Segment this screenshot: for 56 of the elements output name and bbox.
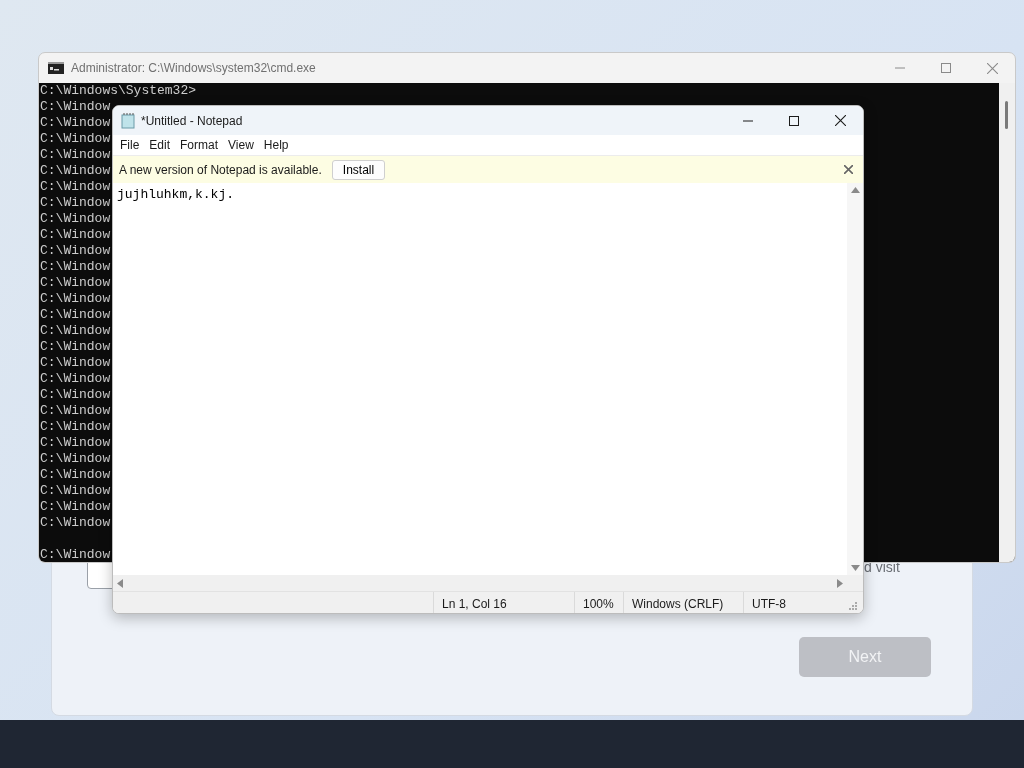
- console-line: C:\Window: [40, 291, 111, 307]
- console-line: C:\Window: [40, 419, 111, 435]
- console-line: C:\Window: [40, 499, 111, 515]
- console-line: C:\Window: [40, 467, 111, 483]
- console-line: C:\Window: [40, 483, 111, 499]
- scroll-thumb[interactable]: [1005, 101, 1009, 129]
- menu-item[interactable]: View: [223, 136, 259, 154]
- status-text: Ln 1, Col 16: [433, 592, 574, 613]
- install-button[interactable]: Install: [331, 159, 386, 180]
- console-line: C:\Window: [40, 403, 111, 419]
- close-icon: [986, 62, 998, 74]
- menu-item[interactable]: File: [115, 136, 145, 154]
- status-text: UTF-8: [743, 592, 849, 613]
- console-line: C:\Window: [40, 179, 111, 195]
- scroll-left-icon[interactable]: [117, 578, 123, 588]
- console-line: C:\Window: [40, 195, 111, 211]
- console-line: C:\Window: [40, 243, 111, 259]
- console-line: C:\Window: [40, 515, 111, 531]
- maximize-icon: [789, 115, 799, 126]
- console-icon: [48, 62, 64, 74]
- window-title: Administrator: C:\Windows\system32\cmd.exe: [71, 60, 316, 77]
- console-line: C:\Window: [40, 115, 111, 131]
- notepad-icon: [121, 112, 135, 129]
- console-line: C:\Window: [40, 259, 111, 275]
- menu-item[interactable]: Help: [258, 136, 294, 154]
- close-icon[interactable]: [844, 165, 853, 174]
- scroll-right-icon[interactable]: [837, 578, 843, 588]
- console-line: C:\Window: [40, 435, 111, 451]
- console-line: C:\Window: [40, 275, 111, 291]
- resize-grip-icon[interactable]: [849, 602, 857, 610]
- status-text: Windows (CRLF): [623, 592, 743, 613]
- console-line: C:\Windows\System32>: [40, 83, 197, 99]
- console-line: C:\Window: [40, 227, 111, 243]
- text-editor[interactable]: jujhluhkm,k.kj.: [113, 183, 847, 575]
- window-title: *Untitled - Notepad: [141, 112, 243, 130]
- maximize-icon: [941, 63, 951, 73]
- console-line: C:\Window: [40, 163, 111, 179]
- menu-item[interactable]: Format: [175, 136, 224, 154]
- console-line: C:\Window: [40, 147, 111, 163]
- console-line: C:\Window: [40, 451, 111, 467]
- console-line: C:\Window: [40, 387, 111, 403]
- console-line: C:\Window: [40, 547, 111, 562]
- scroll-up-icon[interactable]: [850, 187, 860, 193]
- console-line: C:\Window: [40, 99, 111, 115]
- console-line: C:\Window: [40, 131, 111, 147]
- status-text: 100%: [574, 592, 623, 613]
- console-line: C:\Window: [40, 211, 111, 227]
- console-line: C:\Window: [40, 339, 111, 355]
- console-line: C:\Window: [40, 323, 111, 339]
- menu-item[interactable]: Edit: [144, 136, 176, 154]
- close-icon: [834, 115, 846, 126]
- info-message: A new version of Notepad is available.: [119, 161, 322, 179]
- scroll-down-icon[interactable]: [850, 565, 860, 571]
- console-line: C:\Window: [40, 307, 111, 323]
- console-line: C:\Window: [40, 371, 111, 387]
- console-line: C:\Window: [40, 355, 111, 371]
